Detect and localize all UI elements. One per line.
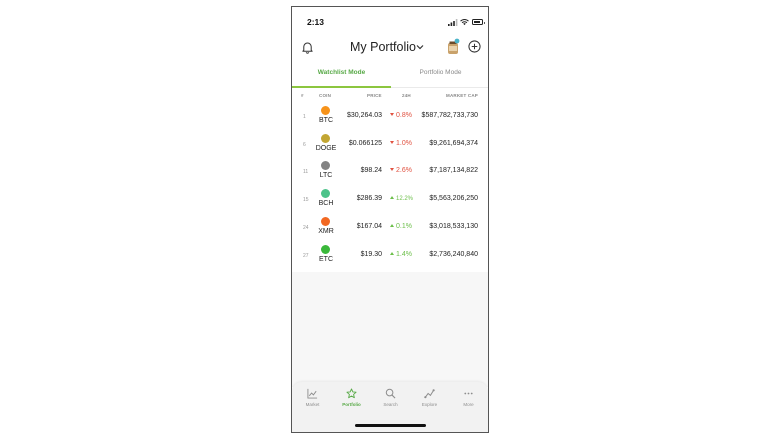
- tab-bar-label: More: [463, 402, 474, 407]
- chevron-down-icon[interactable]: [416, 44, 424, 50]
- mode-tabs: Watchlist Mode Portfolio Mode: [292, 65, 488, 88]
- tab-bar-search[interactable]: Search: [371, 388, 410, 407]
- battery-icon: [472, 19, 485, 25]
- coin-24h-change-value: 2.6%: [396, 167, 412, 175]
- bell-icon[interactable]: [301, 41, 314, 54]
- tab-watchlist-mode[interactable]: Watchlist Mode: [292, 65, 391, 88]
- coin-market-cap: $5,563,206,250: [429, 195, 478, 203]
- coin-row[interactable]: 27 ETC $19.30 1.4% $2,736,240,840: [292, 243, 488, 271]
- chart-icon: [307, 388, 318, 399]
- coin-row[interactable]: 11 LTC $98.24 2.6% $7,187,134,822: [292, 159, 488, 187]
- status-time: 2:13: [307, 17, 325, 27]
- coin-row[interactable]: 15 BCH $286.39 12.2% $5,563,206,250: [292, 187, 488, 215]
- coin-logo-icon: [321, 189, 330, 199]
- header: My Portfolio: [292, 35, 488, 65]
- coin-market-cap: $587,782,733,730: [421, 112, 478, 119]
- coin-market-cap: $3,018,533,130: [429, 222, 478, 230]
- coin-price: $167.04: [356, 222, 382, 230]
- tab-bar-more[interactable]: More: [449, 388, 488, 407]
- coin-symbol: ETC: [319, 255, 333, 263]
- coin-logo-icon: [321, 216, 330, 226]
- status-bar: 2:13: [292, 7, 488, 35]
- tab-bar-label: Explore: [421, 402, 438, 407]
- more-icon: [464, 392, 473, 395]
- column-header-price[interactable]: PRICE: [367, 93, 382, 98]
- coin-row[interactable]: 6 DOGE $0.066125 1.0% $9,261,694,374: [292, 132, 488, 160]
- column-header-24h[interactable]: 24H: [402, 93, 411, 98]
- column-header-rank: #: [301, 93, 304, 98]
- arrow-up-icon: [390, 223, 394, 227]
- cellular-signal-icon: [448, 19, 458, 26]
- coin-price: $286.39: [356, 195, 382, 203]
- coin-price: $98.24: [360, 167, 382, 175]
- coin-24h-change: 1.4%: [390, 251, 412, 258]
- coin-market-cap: $7,187,134,822: [429, 167, 478, 175]
- arrow-down-icon: [390, 168, 394, 172]
- coin-logo-icon: [321, 106, 330, 115]
- tab-portfolio-mode[interactable]: Portfolio Mode: [391, 65, 488, 88]
- tab-bar-label: Portfolio: [342, 402, 361, 407]
- arrow-down-icon: [390, 140, 394, 144]
- bottom-tab-bar: Market Portfolio Search Explore More: [292, 382, 488, 432]
- coin-24h-change-value: 0.8%: [396, 112, 412, 119]
- arrow-up-icon: [390, 251, 394, 255]
- coin-logo-icon: [321, 161, 330, 171]
- arrow-up-icon: [390, 196, 394, 200]
- tab-bar-portfolio[interactable]: Portfolio: [332, 388, 371, 407]
- coin-rank: 1: [303, 114, 306, 120]
- coin-row[interactable]: 24 XMR $167.04 0.1% $3,018,533,130: [292, 215, 488, 243]
- coin-24h-change: 0.8%: [390, 112, 412, 119]
- coin-logo-icon: [321, 133, 330, 143]
- coin-rank: 6: [303, 141, 306, 148]
- tab-bar-label: Market: [305, 402, 320, 407]
- arrow-down-icon: [390, 113, 394, 116]
- coin-24h-change: 2.6%: [390, 167, 412, 174]
- coin-rank: 11: [303, 169, 309, 176]
- explore-icon: [424, 389, 435, 399]
- add-circle-icon[interactable]: [468, 40, 481, 53]
- coin-24h-change-value: 1.0%: [396, 139, 412, 147]
- coin-24h-change-value: 0.1%: [396, 222, 412, 230]
- portfolio-title[interactable]: My Portfolio: [350, 40, 416, 54]
- coin-symbol: BCH: [318, 200, 334, 208]
- phone-frame: 2:13 My Portfolio Watchlist Mode Portfol…: [291, 6, 489, 433]
- coin-price: $30,264.03: [346, 112, 382, 119]
- coin-row[interactable]: 1 BTC $30,264.03 0.8% $587,782,733,730: [292, 104, 488, 132]
- coin-market-cap: $9,261,694,374: [429, 139, 478, 147]
- coin-price: $19.30: [360, 250, 382, 258]
- coin-24h-change: 0.1%: [390, 223, 412, 230]
- coin-logo-icon: [321, 244, 330, 254]
- coin-rank: 24: [303, 224, 309, 231]
- screen: 2:13 My Portfolio Watchlist Mode Portfol…: [0, 0, 780, 439]
- coin-24h-change-value: 12.2%: [396, 196, 414, 203]
- coin-24h-change: 12.2%: [390, 196, 413, 202]
- empty-area: [292, 272, 488, 387]
- star-icon: [346, 388, 357, 399]
- wifi-icon: [460, 19, 469, 26]
- search-icon: [385, 388, 396, 399]
- column-header-market-cap[interactable]: MARKET CAP: [446, 93, 478, 98]
- column-header-coin: COIN: [319, 93, 332, 98]
- portfolio-avatar-icon[interactable]: [446, 38, 460, 55]
- tab-bar-label: Search: [383, 402, 398, 407]
- coin-market-cap: $2,736,240,840: [429, 250, 478, 258]
- coin-rank: 15: [303, 197, 309, 204]
- coin-symbol: DOGE: [315, 144, 337, 152]
- coin-24h-change: 1.0%: [390, 140, 412, 147]
- coin-symbol: LTC: [319, 172, 333, 180]
- coin-24h-change-value: 1.4%: [396, 250, 412, 258]
- coin-symbol: BTC: [319, 117, 333, 124]
- coin-rank: 27: [303, 252, 309, 259]
- home-indicator[interactable]: [355, 424, 426, 427]
- coin-symbol: XMR: [318, 227, 334, 235]
- coin-price: $0.066125: [348, 139, 382, 147]
- tab-bar-explore[interactable]: Explore: [410, 388, 449, 407]
- tab-bar-market[interactable]: Market: [293, 388, 332, 407]
